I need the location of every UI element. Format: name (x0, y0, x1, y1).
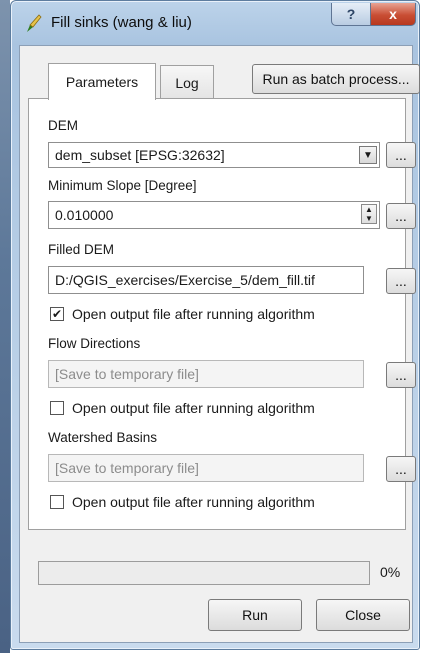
checkbox-label: Open output file after running algorithm (72, 306, 315, 322)
qgis-brush-icon (27, 14, 42, 32)
run-batch-button[interactable]: Run as batch process... (252, 64, 420, 94)
basins-browse-button[interactable]: ... (386, 456, 416, 482)
watershed-basins-input[interactable]: [Save to temporary file] (48, 454, 364, 482)
flow-open-checkbox[interactable]: Open output file after running algorithm (50, 400, 315, 416)
run-button[interactable]: Run (208, 599, 302, 631)
checkbox-empty-icon (50, 495, 64, 509)
tab-label: Log (175, 75, 199, 91)
flow-directions-label: Flow Directions (48, 336, 141, 351)
tab-parameters[interactable]: Parameters (48, 63, 156, 100)
dialog-window: Fill sinks (wang & liu) ? x Parameters L… (10, 0, 420, 650)
help-button[interactable]: ? (331, 3, 371, 26)
title-bar[interactable]: Fill sinks (wang & liu) ? x (11, 1, 419, 45)
window-title: Fill sinks (wang & liu) (51, 14, 192, 31)
basins-open-checkbox[interactable]: Open output file after running algorithm (50, 494, 315, 510)
progress-percent: 0% (380, 564, 401, 580)
desktop-background (0, 0, 10, 653)
basins-placeholder: [Save to temporary file] (55, 460, 199, 476)
close-icon: x (389, 6, 397, 22)
dem-label: DEM (48, 118, 78, 133)
slope-spinbox[interactable]: 0.010000 ▲ ▼ (48, 201, 380, 229)
dem-value: dem_subset [EPSG:32632] (55, 147, 225, 163)
flow-directions-input[interactable]: [Save to temporary file] (48, 360, 364, 388)
watershed-basins-label: Watershed Basins (48, 430, 158, 445)
slope-browse-button[interactable]: ... (386, 203, 416, 229)
flow-placeholder: [Save to temporary file] (55, 366, 199, 382)
filled-open-checkbox[interactable]: ✔ Open output file after running algorit… (50, 306, 315, 322)
chevron-down-icon[interactable]: ▼ (359, 146, 377, 164)
checkmark-icon: ✔ (50, 307, 64, 321)
checkbox-label: Open output file after running algorithm (72, 400, 315, 416)
progress-bar (38, 561, 370, 585)
tab-label: Parameters (65, 74, 139, 90)
dem-select[interactable]: dem_subset [EPSG:32632] ▼ (48, 142, 380, 168)
checkbox-empty-icon (50, 401, 64, 415)
window-close-button[interactable]: x (370, 3, 416, 26)
filled-dem-label: Filled DEM (48, 242, 115, 257)
spin-arrows-icon[interactable]: ▲ ▼ (361, 204, 377, 224)
slope-value: 0.010000 (55, 207, 114, 223)
filled-dem-browse-button[interactable]: ... (386, 268, 416, 294)
dem-browse-button[interactable]: ... (386, 142, 416, 168)
filled-dem-value: D:/QGIS_exercises/Exercise_5/dem_fill.ti… (55, 272, 315, 288)
tab-log[interactable]: Log (160, 65, 214, 100)
slope-label: Minimum Slope [Degree] (48, 178, 197, 193)
flow-browse-button[interactable]: ... (386, 362, 416, 388)
close-button[interactable]: Close (316, 599, 410, 631)
checkbox-label: Open output file after running algorithm (72, 494, 315, 510)
dialog-body: Parameters Log Run as batch process... D… (19, 45, 420, 643)
help-icon: ? (346, 6, 356, 22)
filled-dem-input[interactable]: D:/QGIS_exercises/Exercise_5/dem_fill.ti… (48, 266, 364, 294)
